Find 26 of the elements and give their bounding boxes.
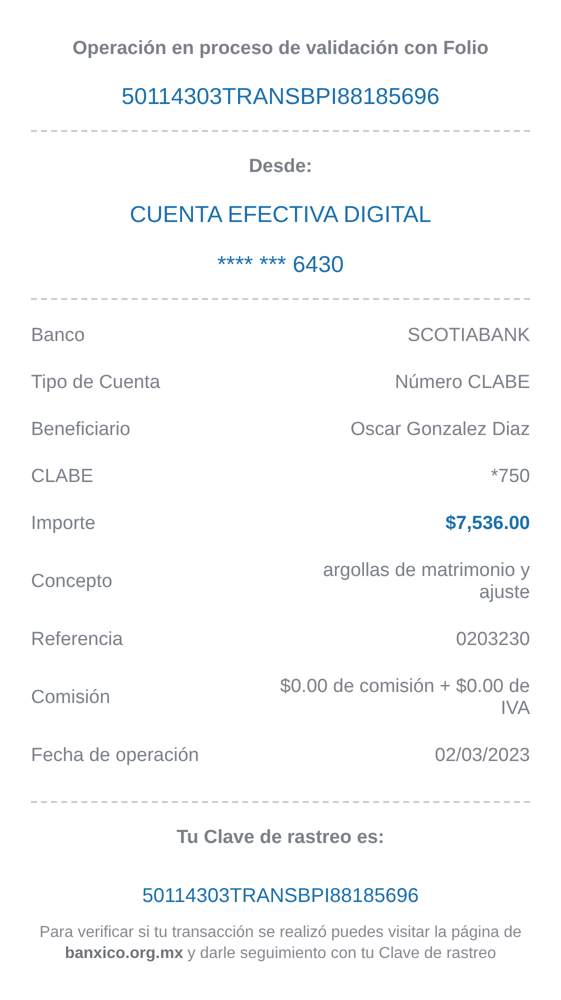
account-number: **** *** 6430 [216, 250, 345, 278]
detail-label: CLABE [31, 466, 94, 488]
detail-label: Tipo de Cuenta [31, 372, 160, 394]
tracking-label: Tu Clave de rastreo es: [176, 827, 386, 850]
detail-value: Oscar Gonzalez Diaz [350, 418, 530, 441]
detail-value: 02/03/2023 [434, 744, 530, 767]
detail-label: Importe [31, 512, 96, 535]
detail-value: argollas de matrimonio y ajuste [322, 560, 530, 604]
detail-value: 0203230 [456, 628, 530, 651]
detail-value: $0.00 de comisión + $0.00 de IVA [280, 676, 530, 720]
detail-label: Banco [31, 324, 85, 347]
detail-value: SCOTIABANK [408, 324, 530, 347]
detail-value: Número CLABE [394, 372, 530, 394]
verification-note: Para verificar si tu transacción se realizó puedes visitar la página de banxico.org.mx y darle seguimiento con tu Clave de rastreo [39, 923, 522, 964]
folio-number: 50114303TRANSBPI88185696 [120, 82, 440, 110]
detail-label: Beneficiario [31, 418, 130, 441]
detail-label: Fecha de operación [31, 744, 199, 767]
detail-value: $7,536.00 [445, 512, 530, 535]
detail-label: Comisión [31, 686, 110, 709]
detail-value: *750 [490, 466, 530, 488]
detail-label: Referencia [31, 628, 123, 651]
origin-label: Desde: [248, 156, 314, 180]
detail-label: Concepto [31, 570, 112, 593]
tracking-code: 50114303TRANSBPI88185696 [141, 884, 420, 908]
header-title: Operación en proceso de validación con Folio [72, 38, 490, 61]
account-name: CUENTA EFECTIVA DIGITAL [128, 201, 432, 229]
